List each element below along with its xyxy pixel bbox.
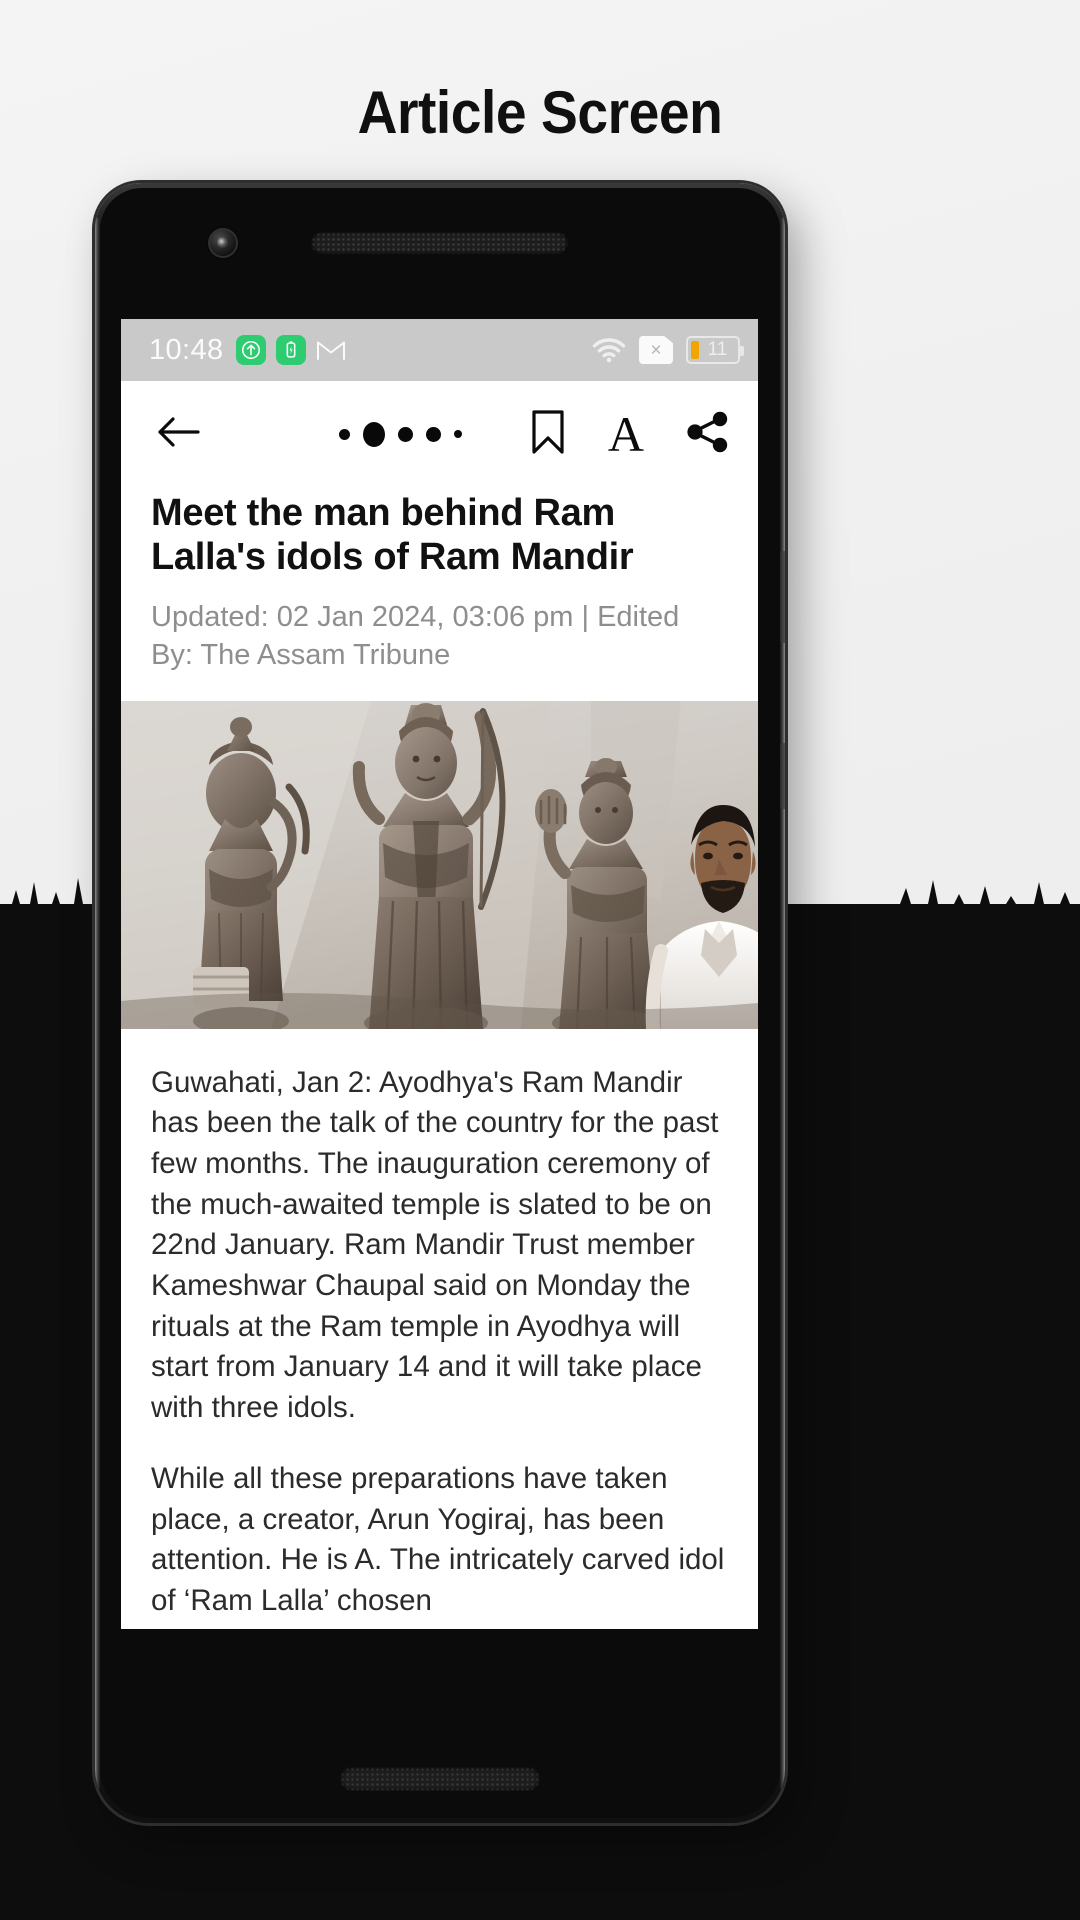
status-bar-system-icons: × 11 bbox=[592, 336, 744, 364]
phone-right-rail bbox=[780, 217, 785, 1789]
reading-progress-dots bbox=[339, 421, 462, 447]
article-paragraph: Guwahati, Jan 2: Ayodhya's Ram Mandir ha… bbox=[151, 1065, 719, 1425]
battery-saver-icon bbox=[275, 335, 306, 365]
progress-dot bbox=[339, 428, 350, 440]
phone-left-rail bbox=[95, 217, 100, 1789]
hero-illustration bbox=[121, 700, 758, 1029]
article-hero-image bbox=[121, 700, 758, 1029]
volume-button[interactable] bbox=[780, 551, 785, 643]
progress-dot bbox=[426, 426, 441, 442]
back-button[interactable] bbox=[155, 413, 201, 456]
battery-indicator: 11 bbox=[686, 336, 744, 364]
battery-fill bbox=[691, 341, 699, 359]
bookmark-button[interactable] bbox=[530, 409, 566, 460]
front-camera-icon bbox=[208, 228, 238, 258]
no-sim-icon: × bbox=[639, 336, 673, 364]
article-header: Meet the man behind Ram Lalla's idols of… bbox=[121, 487, 758, 701]
upload-arrow-icon bbox=[235, 335, 266, 365]
bookmark-icon bbox=[532, 409, 564, 454]
article-paragraph: While all these preparations have taken … bbox=[151, 1461, 725, 1617]
toolbar-actions: A bbox=[530, 409, 730, 460]
earpiece-speaker bbox=[311, 232, 568, 254]
phone-device-frame: 10:48 × 11 A Meet the man behind Ram Lal… bbox=[95, 183, 785, 1823]
gmail-icon bbox=[316, 341, 345, 360]
share-icon bbox=[687, 411, 728, 452]
article-toolbar: A bbox=[121, 381, 758, 487]
wifi-icon bbox=[592, 338, 626, 363]
power-button[interactable] bbox=[780, 743, 785, 809]
status-bar-notification-icons bbox=[235, 335, 346, 365]
bottom-speaker-grille bbox=[340, 1767, 540, 1791]
share-button[interactable] bbox=[686, 410, 730, 459]
status-bar-clock: 10:48 bbox=[149, 333, 224, 366]
phone-screen: 10:48 × 11 A Meet the man behind Ram Lal… bbox=[121, 319, 758, 1629]
article-body: Guwahati, Jan 2: Ayodhya's Ram Mandir ha… bbox=[121, 1028, 758, 1622]
progress-dot bbox=[398, 426, 413, 442]
progress-dot bbox=[363, 421, 385, 447]
progress-dot bbox=[454, 430, 462, 438]
status-bar: 10:48 × 11 bbox=[121, 319, 758, 381]
article-headline: Meet the man behind Ram Lalla's idols of… bbox=[151, 492, 634, 579]
arrow-left-icon bbox=[158, 416, 200, 447]
font-size-button[interactable]: A bbox=[608, 409, 644, 459]
page-title: Article Screen bbox=[357, 79, 723, 146]
article-meta: Updated: 02 Jan 2024, 03:06 pm | Edited … bbox=[151, 601, 680, 671]
battery-level-label: 11 bbox=[707, 339, 728, 360]
